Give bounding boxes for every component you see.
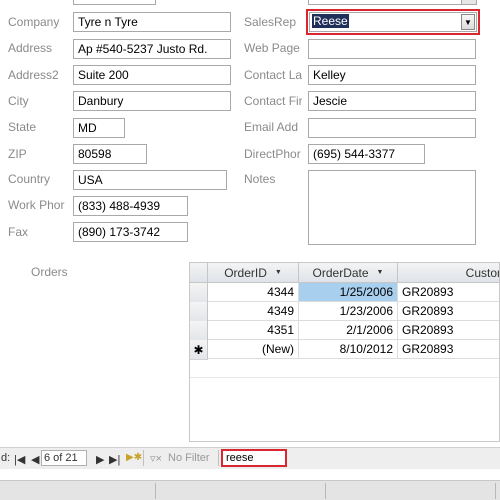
- empty-grid-area: [190, 359, 499, 378]
- fax-field[interactable]: (890) 173-3742: [73, 222, 188, 242]
- record-navigation-bar: d: |◀ ◀ 6 of 21 ▶ ▶| ▶✱ ▿× No Filter ree…: [0, 447, 500, 469]
- contact-first-label: Contact Fir: [244, 94, 302, 108]
- webpage-label: Web Page: [244, 41, 300, 55]
- column-header-customer[interactable]: Custom: [398, 263, 499, 283]
- salesrep-value: Reese: [312, 14, 349, 28]
- contact-last-label: Contact La: [244, 68, 302, 82]
- customer-cell[interactable]: GR20893: [398, 321, 499, 340]
- country-label: Country: [8, 172, 51, 186]
- last-record-icon[interactable]: ▶|: [109, 453, 120, 466]
- column-header-orderid-label: OrderID: [224, 265, 267, 280]
- order-date-cell[interactable]: 1/23/2006: [299, 302, 398, 321]
- partial-button-top-right: [461, 0, 477, 5]
- salesrep-combobox[interactable]: Reese ▼: [306, 9, 480, 35]
- partial-field-top-left: [73, 0, 156, 5]
- status-bar: [0, 480, 500, 500]
- notes-label: Notes: [244, 172, 276, 186]
- country-field[interactable]: USA: [73, 170, 227, 190]
- no-filter-label[interactable]: No Filter: [168, 452, 210, 464]
- orders-subform[interactable]: OrderID ▼ OrderDate ▼ Custom 43441/25/2006…: [189, 262, 500, 442]
- row-selector[interactable]: [190, 321, 208, 341]
- order-id-cell[interactable]: (New): [208, 340, 299, 359]
- city-field[interactable]: Danbury: [73, 91, 231, 111]
- column-header-orderid[interactable]: OrderID ▼: [208, 263, 299, 283]
- work-phor-label: Work Phor: [8, 198, 65, 212]
- record-position-input[interactable]: 6 of 21: [41, 450, 87, 466]
- zip-field[interactable]: 80598: [73, 144, 147, 164]
- address-label: Address: [8, 41, 53, 55]
- company-label: Company: [8, 15, 60, 29]
- customer-cell[interactable]: GR20893: [398, 283, 499, 302]
- nav-divider: [143, 450, 144, 466]
- sort-arrow-icon[interactable]: ▼: [377, 269, 384, 276]
- webpage-field[interactable]: [308, 39, 476, 59]
- select-all-corner[interactable]: [190, 263, 208, 283]
- chevron-down-icon[interactable]: ▼: [461, 14, 475, 30]
- column-header-orderdate-label: OrderDate: [312, 265, 369, 280]
- nav-divider: [218, 450, 219, 466]
- company-field[interactable]: Tyre n Tyre: [73, 12, 231, 32]
- record-label: d:: [1, 452, 11, 464]
- previous-record-icon[interactable]: ◀: [31, 453, 39, 466]
- state-label: State: [8, 120, 37, 134]
- address-field[interactable]: Ap #540-5237 Justo Rd.: [73, 39, 231, 59]
- row-selector[interactable]: [190, 283, 208, 303]
- column-header-customer-label: Custom: [465, 265, 499, 280]
- order-id-cell[interactable]: 4344: [208, 283, 299, 302]
- empty-grid-area: [190, 416, 499, 435]
- orders-label: Orders: [31, 265, 68, 279]
- email-field[interactable]: [308, 118, 476, 138]
- direct-phone-label: DirectPhor: [244, 147, 301, 161]
- email-label: Email Add: [244, 120, 299, 134]
- partial-field-top-right: [308, 0, 476, 5]
- customer-cell[interactable]: GR20893: [398, 340, 499, 359]
- direct-phone-field[interactable]: (695) 544-3377: [308, 144, 425, 164]
- sort-arrow-icon[interactable]: ▼: [275, 269, 282, 276]
- row-selector[interactable]: [190, 302, 208, 322]
- status-divider: [325, 483, 326, 499]
- first-record-icon[interactable]: |◀: [14, 453, 25, 466]
- city-label: City: [8, 94, 29, 108]
- empty-grid-area: [190, 397, 499, 416]
- column-header-orderdate[interactable]: OrderDate ▼: [299, 263, 398, 283]
- new-record-icon[interactable]: ▶✱: [126, 452, 142, 463]
- work-phor-field[interactable]: (833) 488-4939: [73, 196, 188, 216]
- next-record-icon[interactable]: ▶: [96, 453, 104, 466]
- state-field[interactable]: MD: [73, 118, 125, 138]
- fax-label: Fax: [8, 225, 29, 239]
- row-selector[interactable]: ✱: [190, 340, 208, 360]
- salesrep-label: SalesRep: [244, 15, 297, 29]
- empty-grid-area: [190, 378, 499, 397]
- contact-last-field[interactable]: Kelley: [308, 65, 476, 85]
- notes-field[interactable]: [308, 170, 476, 245]
- status-divider: [155, 483, 156, 499]
- order-id-cell[interactable]: 4351: [208, 321, 299, 340]
- filter-icon[interactable]: ▿×: [150, 452, 162, 465]
- contact-first-field[interactable]: Jescie: [308, 91, 476, 111]
- address2-label: Address2: [8, 68, 59, 82]
- address2-field[interactable]: Suite 200: [73, 65, 231, 85]
- order-date-cell[interactable]: 1/25/2006: [299, 283, 398, 302]
- order-id-cell[interactable]: 4349: [208, 302, 299, 321]
- customer-cell[interactable]: GR20893: [398, 302, 499, 321]
- search-box[interactable]: reese: [221, 449, 287, 467]
- status-divider: [495, 483, 496, 499]
- order-date-cell[interactable]: 2/1/2006: [299, 321, 398, 340]
- zip-label: ZIP: [8, 147, 27, 161]
- order-date-cell[interactable]: 8/10/2012: [299, 340, 398, 359]
